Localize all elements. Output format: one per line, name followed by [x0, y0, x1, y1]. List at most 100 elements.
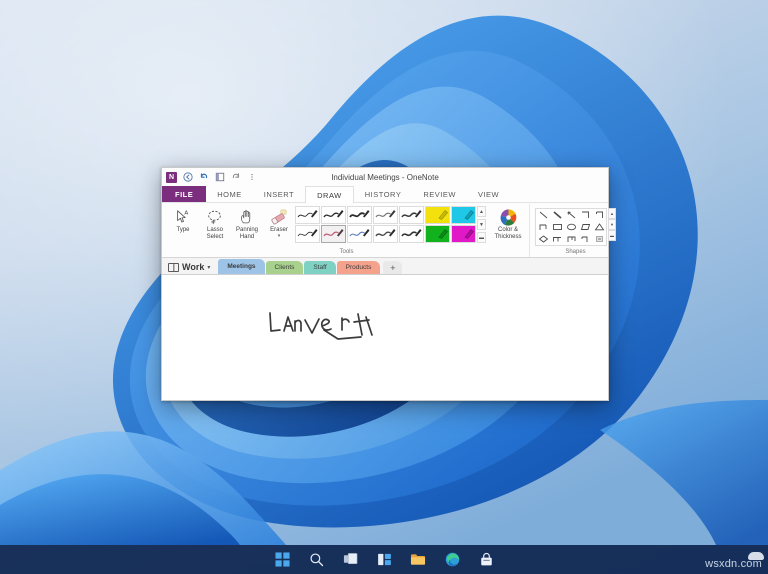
pen-blue[interactable] — [347, 225, 372, 243]
taskbar-icons[interactable] — [274, 551, 495, 568]
shape-line-diagonal-thick[interactable] — [550, 209, 564, 221]
tab-draw[interactable]: DRAW — [305, 186, 354, 203]
shape-connector-elbow[interactable] — [578, 233, 592, 245]
cursor-text-icon: A — [174, 207, 192, 227]
notebook-name: Work — [182, 262, 205, 272]
color-wheel-icon — [499, 207, 518, 227]
start-button[interactable] — [274, 551, 291, 568]
pen-dark[interactable] — [399, 225, 424, 243]
panning-hand-label: Panning Hand — [235, 227, 259, 240]
shapes-more-button[interactable]: ▬ — [608, 230, 616, 241]
gallery-scroll-down-button[interactable]: ▼ — [477, 219, 486, 230]
shapes-gallery-scrollbar[interactable]: ▲ ▼ ▬ — [608, 208, 616, 241]
shape-scroll-handle[interactable] — [592, 233, 606, 245]
onenote-logo-icon: N — [166, 171, 177, 183]
tab-file[interactable]: FILE — [162, 186, 207, 202]
pen-gray[interactable] — [373, 206, 398, 224]
pen-slate[interactable] — [373, 225, 398, 243]
color-thickness-label: Color & Thickness — [494, 227, 522, 240]
tab-history[interactable]: HISTORY — [354, 186, 413, 202]
panning-hand-button[interactable]: Panning Hand — [231, 206, 263, 241]
shape-triangle[interactable] — [592, 221, 606, 233]
shape-line-corner-down[interactable] — [592, 209, 606, 221]
lasso-select-label: Lasso Select — [206, 227, 224, 240]
taskbar[interactable]: wsxdn.com — [0, 545, 768, 574]
shape-line-arrow-diagonal[interactable] — [564, 209, 578, 221]
file-explorer-button[interactable] — [410, 551, 427, 568]
pen-black-fine[interactable] — [295, 225, 320, 243]
lasso-select-button[interactable]: Lasso Select — [199, 206, 231, 241]
shape-ellipse[interactable] — [564, 221, 578, 233]
watermark-text: wsxdn.com — [705, 558, 762, 570]
ink-stroke-convert[interactable] — [262, 297, 402, 353]
shape-polyline[interactable] — [550, 233, 564, 245]
section-tab-meetings[interactable]: Meetings — [218, 259, 265, 274]
notebook-picker[interactable]: Work ▾ — [166, 262, 218, 274]
tab-home[interactable]: HOME — [206, 186, 253, 202]
shapes-group-label: Shapes — [565, 249, 586, 255]
lasso-icon — [206, 207, 224, 227]
svg-text:A: A — [184, 210, 188, 216]
onenote-window[interactable]: N Individual Meetings - OneNote FILE HOM… — [161, 167, 616, 401]
chevron-down-icon[interactable]: ▾ — [278, 234, 281, 239]
type-tool-label: Type — [176, 227, 190, 233]
pen-gallery-scrollbar[interactable]: ▲ ▼ ▬ — [477, 206, 486, 243]
undo-icon[interactable] — [198, 172, 209, 183]
dock-to-desktop-icon[interactable] — [214, 172, 225, 183]
quick-access-toolbar[interactable]: N — [166, 171, 257, 183]
pen-red[interactable] — [321, 225, 346, 243]
notebook-icon — [168, 262, 179, 272]
shapes-scroll-down-button[interactable]: ▼ — [608, 219, 616, 230]
edge-browser-button[interactable] — [444, 551, 461, 568]
task-view-button[interactable] — [342, 551, 359, 568]
shape-diamond[interactable] — [536, 233, 550, 245]
highlighter-cyan[interactable] — [451, 206, 476, 224]
shape-line-diagonal[interactable] — [536, 209, 550, 221]
window-title-bar[interactable]: N Individual Meetings - OneNote — [162, 168, 608, 186]
highlighter-green[interactable] — [425, 225, 450, 243]
section-tab-staff[interactable]: Staff — [304, 261, 336, 274]
pen-black-medium[interactable] — [321, 206, 346, 224]
section-tab-products[interactable]: Products — [336, 261, 381, 274]
search-button[interactable] — [308, 551, 325, 568]
gallery-more-button[interactable]: ▬ — [477, 232, 486, 243]
shapes-gallery[interactable] — [535, 208, 607, 246]
eraser-button[interactable]: Eraser ▾ — [263, 206, 295, 239]
ribbon-tab-strip[interactable]: FILE HOME INSERT DRAW HISTORY REVIEW VIE… — [162, 186, 608, 203]
gallery-scroll-up-button[interactable]: ▲ — [477, 206, 486, 217]
pen-gallery[interactable] — [295, 206, 476, 243]
tools-group-label: Tools — [339, 249, 354, 255]
pen-black-thin[interactable] — [295, 206, 320, 224]
ribbon-group-tools: A Type Lasso Select Panning Hand Eraser … — [164, 204, 529, 257]
eraser-icon — [269, 207, 289, 227]
color-thickness-button[interactable]: Color & Thickness — [490, 206, 526, 241]
highlighter-magenta[interactable] — [451, 225, 476, 243]
pen-black-bold[interactable] — [347, 206, 372, 224]
pen-charcoal[interactable] — [399, 206, 424, 224]
section-tab-clients[interactable]: Clients — [265, 261, 304, 274]
store-button[interactable] — [478, 551, 495, 568]
ribbon-group-shapes: ▲ ▼ ▬ Shapes — [529, 204, 621, 257]
tab-insert[interactable]: INSERT — [253, 186, 305, 202]
shape-line-corner-right[interactable] — [578, 209, 592, 221]
back-circle-icon[interactable] — [182, 172, 193, 183]
shape-curve-branch[interactable] — [564, 233, 578, 245]
pen-gallery-wrap[interactable]: ▲ ▼ ▬ — [295, 206, 486, 243]
shape-parallelogram[interactable] — [578, 221, 592, 233]
chevron-down-icon[interactable]: ▾ — [207, 264, 210, 271]
tab-view[interactable]: VIEW — [467, 186, 510, 202]
hand-icon — [238, 207, 256, 227]
shape-line-elbow[interactable] — [536, 221, 550, 233]
tab-review[interactable]: REVIEW — [412, 186, 467, 202]
redo-icon[interactable] — [230, 172, 241, 183]
shapes-scroll-up-button[interactable]: ▲ — [608, 208, 616, 219]
section-tab-bar[interactable]: Work ▾ Meetings Clients Staff Products + — [162, 258, 608, 275]
ellipsis-vertical-icon[interactable] — [246, 172, 257, 183]
type-tool-button[interactable]: A Type — [167, 206, 199, 234]
highlighter-yellow[interactable] — [425, 206, 450, 224]
ribbon-body[interactable]: A Type Lasso Select Panning Hand Eraser … — [162, 203, 616, 258]
page-canvas[interactable] — [162, 275, 608, 400]
shape-rectangle[interactable] — [550, 221, 564, 233]
add-section-button[interactable]: + — [383, 261, 403, 274]
widgets-button[interactable] — [376, 551, 393, 568]
